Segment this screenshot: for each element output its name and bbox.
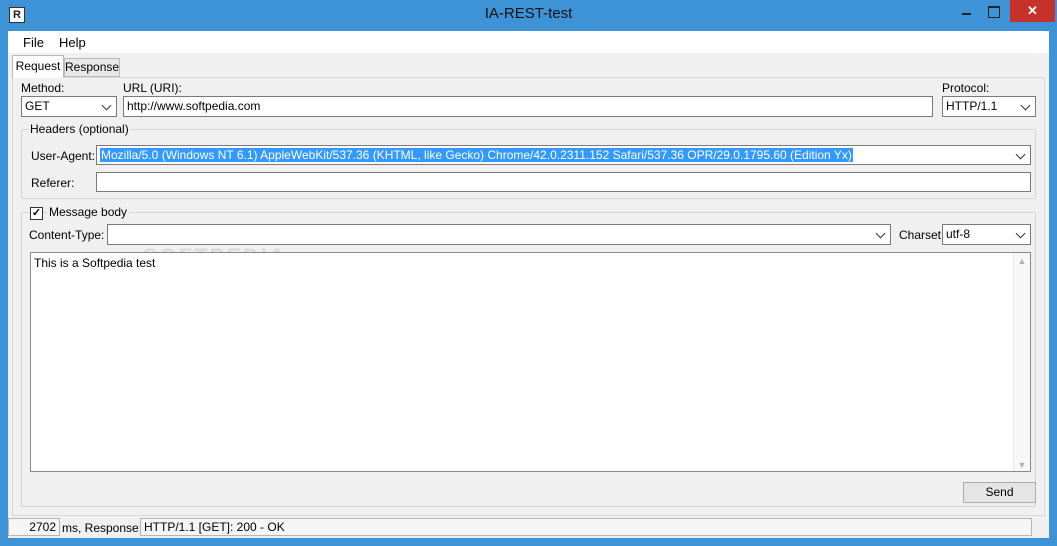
- chevron-down-icon: [876, 229, 886, 239]
- client-area: File Help Request Response Method: GET U…: [8, 31, 1049, 538]
- scroll-down-icon[interactable]: ▼: [1017, 460, 1027, 470]
- maximize-button[interactable]: [980, 0, 1006, 22]
- tab-request[interactable]: Request: [12, 55, 64, 78]
- elapsed-time: 2702: [8, 518, 60, 536]
- url-input[interactable]: http://www.softpedia.com: [123, 96, 933, 117]
- protocol-value: HTTP/1.1: [946, 99, 998, 113]
- charset-label: Charset:: [899, 228, 945, 242]
- user-agent-label: User-Agent:: [31, 149, 96, 163]
- referer-label: Referer:: [31, 176, 75, 190]
- headers-group: Headers (optional) User-Agent: Mozilla/5…: [21, 122, 1036, 199]
- protocol-select[interactable]: HTTP/1.1: [942, 96, 1036, 117]
- method-label: Method:: [21, 81, 65, 95]
- content-type-label: Content-Type:: [29, 228, 105, 242]
- scroll-up-icon[interactable]: ▲: [1017, 256, 1027, 266]
- content-type-select[interactable]: [107, 224, 891, 245]
- url-label: URL (URI):: [123, 81, 182, 95]
- user-agent-select[interactable]: Mozilla/5.0 (Windows NT 6.1) AppleWebKit…: [96, 145, 1031, 165]
- chevron-down-icon: [1021, 101, 1031, 111]
- chevron-down-icon: [102, 101, 112, 111]
- tab-response[interactable]: Response: [64, 58, 120, 77]
- app-window: R IA-REST-test ✕ File Help Request Respo…: [0, 0, 1057, 546]
- response-status: HTTP/1.1 [GET]: 200 - OK: [140, 518, 1032, 536]
- message-body-checkbox[interactable]: ✓: [30, 207, 43, 220]
- message-body-text: This is a Softpedia test: [34, 256, 156, 270]
- user-agent-value: Mozilla/5.0 (Windows NT 6.1) AppleWebKit…: [100, 148, 853, 162]
- request-panel: Method: GET URL (URI): http://www.softpe…: [12, 77, 1045, 516]
- chevron-down-icon: [1016, 229, 1026, 239]
- minimize-button[interactable]: [953, 0, 979, 22]
- chevron-down-icon: [1016, 150, 1026, 160]
- message-body-label: Message body: [47, 205, 130, 219]
- menu-help[interactable]: Help: [59, 35, 86, 50]
- close-icon: ✕: [1027, 3, 1038, 18]
- message-body-group: ✓ Message body Content-Type: Charset: ut…: [21, 205, 1036, 507]
- url-value: http://www.softpedia.com: [127, 99, 261, 113]
- vertical-scrollbar[interactable]: ▲ ▼: [1013, 253, 1030, 471]
- menu-file[interactable]: File: [23, 35, 44, 50]
- window-title: IA-REST-test: [484, 5, 573, 22]
- charset-value: utf-8: [946, 227, 971, 241]
- elapsed-suffix-label: ms, Response:: [62, 521, 143, 535]
- method-select[interactable]: GET: [21, 96, 117, 117]
- headers-group-title: Headers (optional): [28, 122, 131, 136]
- status-bar: 2702 ms, Response: HTTP/1.1 [GET]: 200 -…: [8, 516, 1049, 538]
- protocol-label: Protocol:: [942, 81, 990, 95]
- message-body-textarea[interactable]: This is a Softpedia test ▲ ▼: [30, 252, 1031, 472]
- send-button[interactable]: Send: [963, 482, 1036, 503]
- close-button[interactable]: ✕: [1010, 0, 1055, 22]
- referer-input[interactable]: [96, 172, 1031, 192]
- method-value: GET: [25, 99, 50, 113]
- charset-select[interactable]: utf-8: [942, 224, 1031, 245]
- checkmark-icon: ✓: [31, 207, 42, 219]
- title-bar[interactable]: R IA-REST-test ✕: [0, 0, 1057, 31]
- menu-bar: File Help: [8, 31, 1049, 53]
